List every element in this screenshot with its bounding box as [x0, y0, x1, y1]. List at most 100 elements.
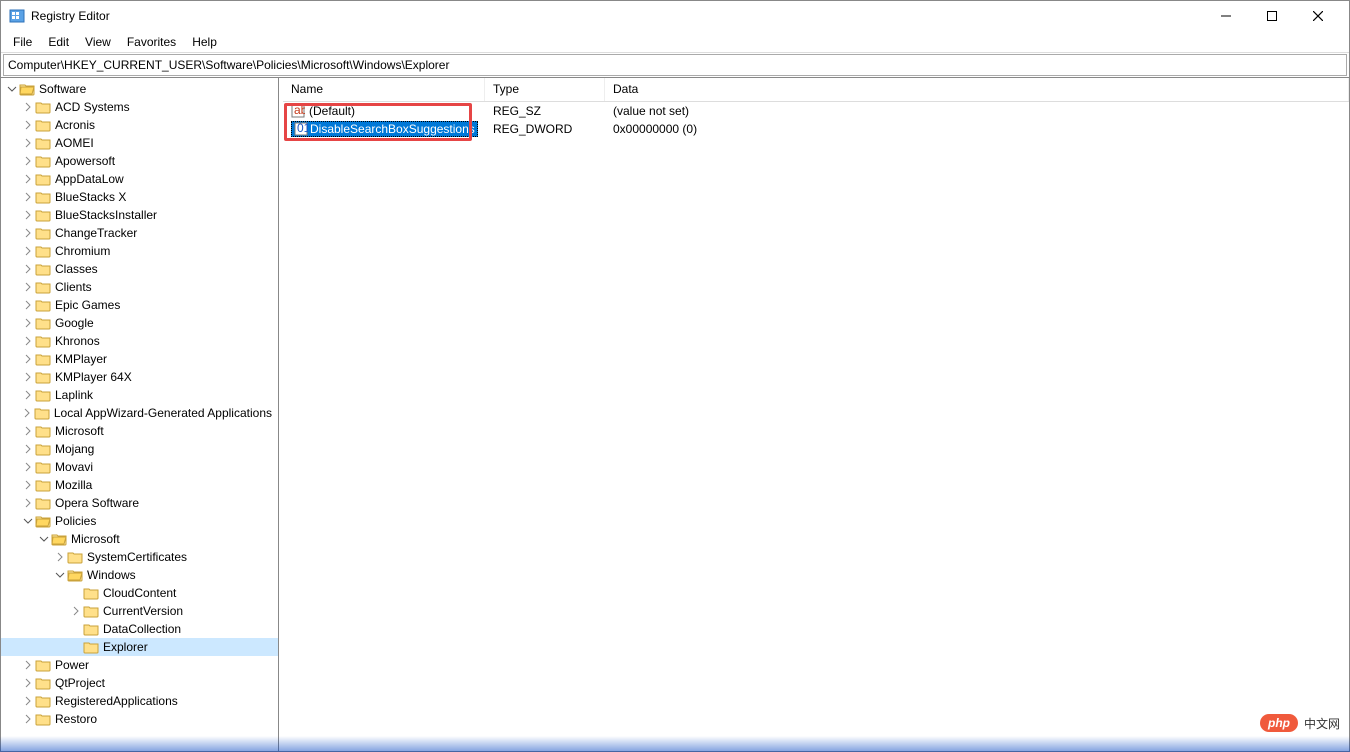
value-data: 0x00000000 (0)	[605, 122, 1349, 136]
tree-toggle-icon[interactable]	[21, 424, 35, 438]
tree-item-explorer[interactable]: Explorer	[1, 638, 278, 656]
tree-toggle-icon[interactable]	[21, 136, 35, 150]
folder-icon	[35, 334, 51, 348]
folder-icon	[35, 496, 51, 510]
tree-item-cloudcontent[interactable]: CloudContent	[1, 584, 278, 602]
tree-toggle-icon[interactable]	[21, 442, 35, 456]
tree-toggle-icon[interactable]	[21, 100, 35, 114]
tree-item-policies[interactable]: Policies	[1, 512, 278, 530]
maximize-button[interactable]	[1249, 1, 1295, 31]
tree-toggle-icon[interactable]	[21, 208, 35, 222]
tree-pane[interactable]: SoftwareACD SystemsAcronisAOMEIApowersof…	[1, 78, 279, 751]
tree-label: CurrentVersion	[103, 604, 189, 618]
tree-item-microsoft[interactable]: Microsoft	[1, 422, 278, 440]
tree-item-clients[interactable]: Clients	[1, 278, 278, 296]
tree-toggle-icon[interactable]	[21, 298, 35, 312]
tree-item-classes[interactable]: Classes	[1, 260, 278, 278]
tree-toggle-icon[interactable]	[21, 190, 35, 204]
tree-toggle-icon[interactable]	[5, 82, 19, 96]
tree-toggle-icon[interactable]	[21, 154, 35, 168]
tree-toggle-icon[interactable]	[21, 280, 35, 294]
tree-item-apowersoft[interactable]: Apowersoft	[1, 152, 278, 170]
tree-toggle-icon[interactable]	[21, 388, 35, 402]
tree-toggle-icon[interactable]	[53, 550, 67, 564]
tree-toggle-icon[interactable]	[21, 676, 35, 690]
menu-favorites[interactable]: Favorites	[119, 33, 184, 51]
tree-item-software[interactable]: Software	[1, 80, 278, 98]
tree-item-kmplayer[interactable]: KMPlayer	[1, 350, 278, 368]
tree-item-kmplayer-64x[interactable]: KMPlayer 64X	[1, 368, 278, 386]
tree-toggle-icon[interactable]	[21, 226, 35, 240]
tree-item-aomei[interactable]: AOMEI	[1, 134, 278, 152]
tree-toggle-icon[interactable]	[21, 334, 35, 348]
tree-toggle-icon[interactable]	[21, 496, 35, 510]
tree-item-google[interactable]: Google	[1, 314, 278, 332]
folder-icon	[35, 676, 51, 690]
tree-toggle-icon[interactable]	[21, 658, 35, 672]
tree-item-bluestacks-x[interactable]: BlueStacks X	[1, 188, 278, 206]
tree-item-khronos[interactable]: Khronos	[1, 332, 278, 350]
tree-toggle-icon[interactable]	[21, 370, 35, 384]
tree-toggle-icon[interactable]	[21, 118, 35, 132]
value-row[interactable]: ab(Default)REG_SZ(value not set)	[283, 102, 1349, 120]
value-row[interactable]: 011DisableSearchBoxSuggestionsREG_DWORD0…	[283, 120, 1349, 138]
tree-toggle-icon[interactable]	[21, 712, 35, 726]
tree-item-laplink[interactable]: Laplink	[1, 386, 278, 404]
column-type[interactable]: Type	[485, 78, 605, 101]
tree-toggle-icon[interactable]	[21, 262, 35, 276]
tree-toggle-icon[interactable]	[21, 460, 35, 474]
close-button[interactable]	[1295, 1, 1341, 31]
tree-item-local-appwizard-generated-applications[interactable]: Local AppWizard-Generated Applications	[1, 404, 278, 422]
tree-item-qtproject[interactable]: QtProject	[1, 674, 278, 692]
tree-toggle-icon[interactable]	[21, 514, 35, 528]
titlebar[interactable]: Registry Editor	[1, 1, 1349, 31]
tree-item-acd-systems[interactable]: ACD Systems	[1, 98, 278, 116]
tree-item-opera-software[interactable]: Opera Software	[1, 494, 278, 512]
menu-file[interactable]: File	[5, 33, 40, 51]
tree-item-power[interactable]: Power	[1, 656, 278, 674]
tree-toggle-icon[interactable]	[21, 172, 35, 186]
tree-toggle-icon[interactable]	[21, 478, 35, 492]
menu-view[interactable]: View	[77, 33, 119, 51]
tree-toggle-icon[interactable]	[21, 352, 35, 366]
tree-toggle-icon[interactable]	[69, 604, 83, 618]
tree-toggle-icon[interactable]	[21, 244, 35, 258]
tree-item-datacollection[interactable]: DataCollection	[1, 620, 278, 638]
tree-item-microsoft[interactable]: Microsoft	[1, 530, 278, 548]
tree-toggle-icon[interactable]	[53, 568, 67, 582]
tree-toggle-icon[interactable]	[20, 406, 34, 420]
folder-icon	[35, 316, 51, 330]
tree-label: BlueStacksInstaller	[55, 208, 163, 222]
tree-item-currentversion[interactable]: CurrentVersion	[1, 602, 278, 620]
tree-item-bluestacksinstaller[interactable]: BlueStacksInstaller	[1, 206, 278, 224]
value-name-editbox[interactable]: 011DisableSearchBoxSuggestions	[291, 121, 478, 137]
tree-item-epic-games[interactable]: Epic Games	[1, 296, 278, 314]
tree-toggle-icon[interactable]	[37, 532, 51, 546]
tree-item-appdatalow[interactable]: AppDataLow	[1, 170, 278, 188]
folder-icon	[35, 460, 51, 474]
folder-icon	[35, 694, 51, 708]
tree-item-windows[interactable]: Windows	[1, 566, 278, 584]
folder-icon	[35, 424, 51, 438]
column-headers: Name Type Data	[283, 78, 1349, 102]
tree-item-restoro[interactable]: Restoro	[1, 710, 278, 728]
menu-edit[interactable]: Edit	[40, 33, 77, 51]
tree-label: Epic Games	[55, 298, 126, 312]
menu-help[interactable]: Help	[184, 33, 225, 51]
minimize-button[interactable]	[1203, 1, 1249, 31]
address-text[interactable]: Computer\HKEY_CURRENT_USER\Software\Poli…	[8, 58, 449, 72]
tree-item-acronis[interactable]: Acronis	[1, 116, 278, 134]
column-name[interactable]: Name	[283, 78, 485, 101]
values-list[interactable]: ab(Default)REG_SZ(value not set)011Disab…	[283, 102, 1349, 751]
tree-item-changetracker[interactable]: ChangeTracker	[1, 224, 278, 242]
tree-item-systemcertificates[interactable]: SystemCertificates	[1, 548, 278, 566]
column-data[interactable]: Data	[605, 78, 1349, 101]
tree-item-movavi[interactable]: Movavi	[1, 458, 278, 476]
tree-toggle-icon[interactable]	[21, 316, 35, 330]
tree-item-mojang[interactable]: Mojang	[1, 440, 278, 458]
tree-item-mozilla[interactable]: Mozilla	[1, 476, 278, 494]
tree-toggle-icon[interactable]	[21, 694, 35, 708]
address-bar[interactable]: Computer\HKEY_CURRENT_USER\Software\Poli…	[3, 54, 1347, 76]
tree-item-chromium[interactable]: Chromium	[1, 242, 278, 260]
tree-item-registeredapplications[interactable]: RegisteredApplications	[1, 692, 278, 710]
